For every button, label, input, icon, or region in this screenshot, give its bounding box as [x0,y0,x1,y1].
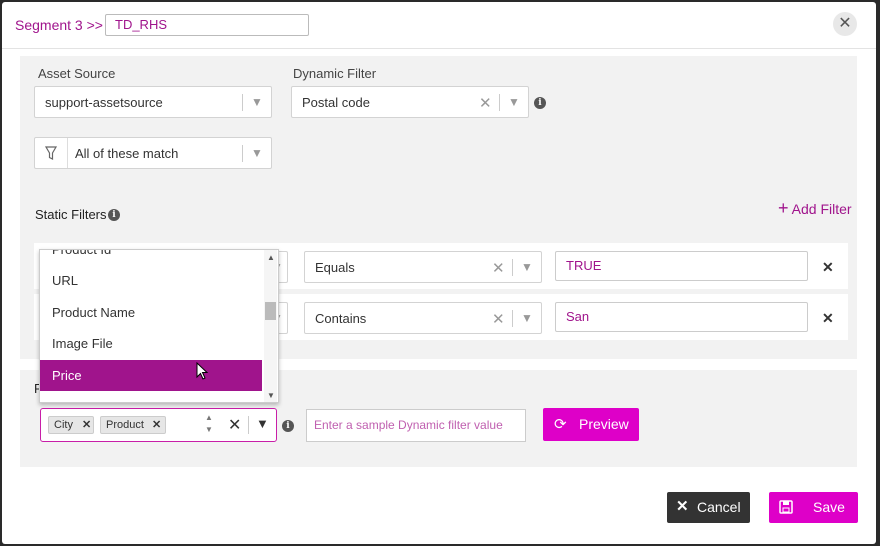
list-item[interactable]: Product Name [40,297,262,328]
filter-icon [44,146,58,160]
operator-value: Contains [315,311,367,326]
clear-icon[interactable]: ✕ [492,259,505,277]
cursor-icon [196,362,209,380]
clear-icon[interactable]: ✕ [479,94,492,112]
select-separator [512,259,513,276]
filter-value-input[interactable]: TRUE [555,251,808,281]
list-item[interactable]: Product Id [40,250,262,265]
filter-value-input[interactable]: San [555,302,808,332]
select-separator [248,416,249,434]
select-separator [499,94,500,111]
breadcrumb: Segment 3 >> [15,17,103,33]
operator-value: Equals [315,260,355,275]
segment-label: Segment 3 [15,17,83,33]
chevron-down-icon[interactable]: ▼ [508,95,520,109]
list-item[interactable]: Image File [40,328,262,359]
clear-icon[interactable]: ✕ [492,310,505,328]
info-icon[interactable]: i [108,209,120,221]
cancel-button[interactable]: ✕ Cancel [667,492,750,523]
remove-chip-icon[interactable]: ✕ [82,417,91,434]
chip-label: Product [106,419,144,431]
remove-chip-icon[interactable]: ✕ [152,417,161,434]
clear-icon[interactable]: ✕ [228,415,241,435]
add-filter-label: Add Filter [791,201,852,217]
chevron-down-icon[interactable]: ▼ [521,311,533,325]
segment-modal: Segment 3 >> TD_RHS ✕ Asset Source suppo… [2,2,876,544]
refresh-icon: ⟳ [554,416,567,433]
cancel-label: Cancel [697,499,741,515]
info-icon[interactable]: i [282,420,294,432]
operator-select[interactable]: Contains ✕ ▼ [304,302,542,334]
asset-source-label: Asset Source [38,66,116,81]
scroll-down-icon[interactable]: ▼ [267,391,275,400]
dynamic-values-multiselect[interactable]: City ✕ Product ✕ ▲ ▼ ✕ ▼ [40,408,277,442]
chevron-down-icon[interactable]: ▼ [251,95,263,109]
segment-name-input[interactable]: TD_RHS [105,14,309,36]
plus-icon: + [778,198,789,218]
save-label: Save [813,499,845,515]
match-mode-select[interactable]: All of these match ▼ [34,137,272,169]
select-separator [512,310,513,327]
stepper-arrows-icon[interactable]: ▲ ▼ [205,412,213,436]
scrollbar[interactable]: ▲ ▼ [264,250,277,402]
close-icon[interactable]: ✕ [833,12,857,36]
list-item[interactable]: URL [40,265,262,296]
select-separator [242,94,243,111]
floppy-disk-icon [779,500,793,514]
sample-dynamic-value-input[interactable]: Enter a sample Dynamic filter value [306,409,526,442]
match-mode-value: All of these match [75,146,179,161]
filter-icon-box [35,138,68,168]
static-filters-label: Static Filters [35,207,107,222]
select-separator [242,145,243,162]
asset-source-select[interactable]: support-assetsource ▼ [34,86,272,118]
chip-city: City ✕ [48,416,94,434]
list-item-highlighted[interactable]: Price [40,360,262,391]
scrollbar-thumb[interactable] [265,302,276,320]
info-icon[interactable]: i [534,97,546,109]
operator-select[interactable]: Equals ✕ ▼ [304,251,542,283]
chip-product: Product ✕ [100,416,166,434]
preview-label: Preview [579,416,629,432]
chevron-down-icon[interactable]: ▼ [251,146,263,160]
breadcrumb-separator: >> [86,17,103,33]
modal-header: Segment 3 >> TD_RHS ✕ [2,2,876,49]
remove-filter-icon[interactable]: ✕ [822,310,834,327]
list-item[interactable]: Image URL [40,391,262,402]
add-filter-button[interactable]: + Add Filter [778,198,852,219]
dynamic-filter-value: Postal code [302,95,370,110]
remove-filter-icon[interactable]: ✕ [822,259,834,276]
chip-label: City [54,419,73,431]
asset-source-value: support-assetsource [45,95,163,110]
field-dropdown-list[interactable]: Product Id URL Product Name Image File P… [39,249,279,403]
save-button[interactable]: Save [769,492,858,523]
chevron-down-icon[interactable]: ▼ [256,416,269,431]
scroll-up-icon[interactable]: ▲ [267,253,275,262]
dynamic-filter-label: Dynamic Filter [293,66,377,81]
preview-button[interactable]: ⟳ Preview [543,408,639,441]
chevron-down-icon[interactable]: ▼ [521,260,533,274]
close-icon: ✕ [676,498,689,515]
dynamic-filter-select[interactable]: Postal code ✕ ▼ [291,86,529,118]
